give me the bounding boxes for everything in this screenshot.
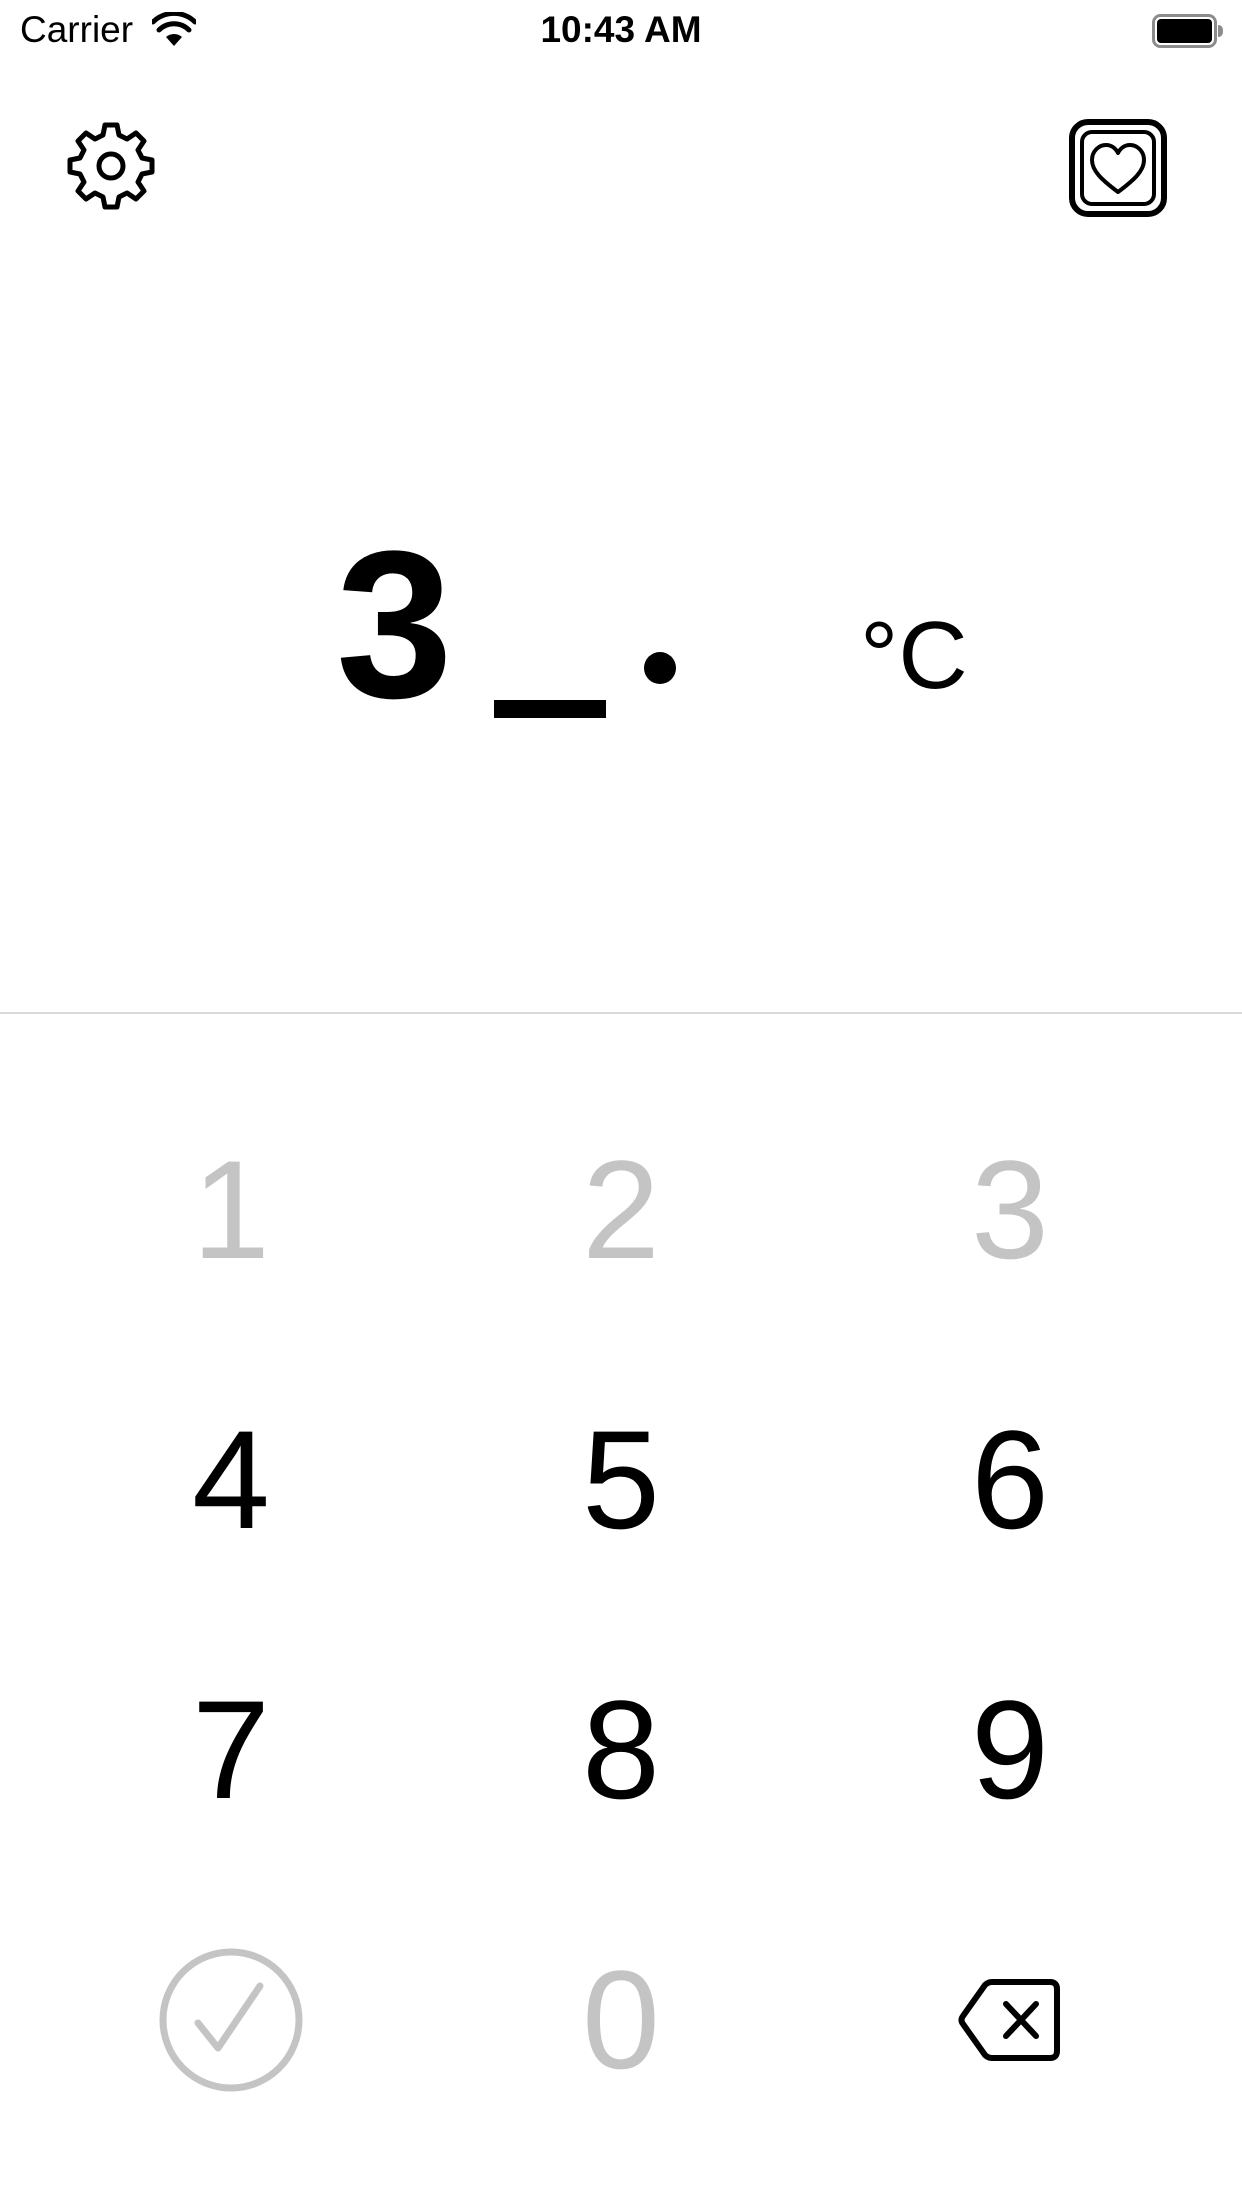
confirm-button[interactable] [101, 1920, 361, 2120]
key-9[interactable]: 9 [880, 1650, 1140, 1850]
key-6[interactable]: 6 [880, 1380, 1140, 1580]
heart-square-icon [1069, 119, 1167, 217]
clock: 10:43 AM [540, 9, 702, 50]
status-bar: Carrier 10:43 AM [0, 0, 1242, 60]
key-0[interactable]: 0 [491, 1920, 751, 2120]
entered-digit: 3 [336, 507, 453, 742]
key-3[interactable]: 3 [880, 1110, 1140, 1310]
divider [0, 1012, 1242, 1014]
unit-label: °C [860, 602, 968, 709]
delete-backspace-icon [958, 1979, 1060, 2061]
key-1[interactable]: 1 [101, 1110, 361, 1310]
key-5[interactable]: 5 [491, 1380, 751, 1580]
key-7[interactable]: 7 [101, 1650, 361, 1850]
favorites-button[interactable] [1064, 114, 1172, 222]
battery-full-icon [1152, 14, 1223, 48]
key-4[interactable]: 4 [101, 1380, 361, 1580]
digit-placeholder-cursor [494, 700, 606, 718]
settings-button[interactable] [58, 112, 164, 218]
key-2[interactable]: 2 [491, 1110, 751, 1310]
delete-button[interactable] [880, 1920, 1140, 2120]
decimal-separator [644, 652, 676, 684]
checkmark-circle-icon [159, 1948, 303, 2092]
gear-icon [67, 122, 155, 210]
key-8[interactable]: 8 [491, 1650, 751, 1850]
temperature-display: 3 °C [0, 480, 1242, 760]
